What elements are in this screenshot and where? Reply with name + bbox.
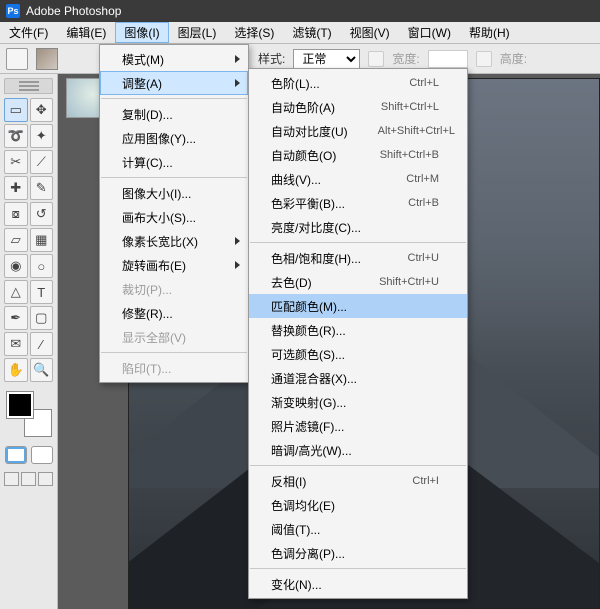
- menu-image[interactable]: 图像(I): [115, 22, 168, 43]
- adj-color-balance[interactable]: 色彩平衡(B)...Ctrl+B: [249, 191, 467, 215]
- tool-crop[interactable]: ✂: [4, 150, 28, 174]
- tool-notes[interactable]: ✉: [4, 332, 28, 356]
- adj-levels[interactable]: 色阶(L)...Ctrl+L: [249, 71, 467, 95]
- screenmode-standard-icon[interactable]: [4, 472, 19, 486]
- width-input[interactable]: [428, 50, 468, 68]
- tool-eraser[interactable]: ▱: [4, 228, 28, 252]
- menu-layer[interactable]: 图层(L): [169, 22, 226, 43]
- tool-path[interactable]: △: [4, 280, 28, 304]
- adj-shadow-highlight[interactable]: 暗调/高光(W)...: [249, 438, 467, 462]
- adj-match-color[interactable]: 匹配颜色(M)...: [249, 294, 467, 318]
- adj-auto-color[interactable]: 自动颜色(O)Shift+Ctrl+B: [249, 143, 467, 167]
- tool-shape[interactable]: ▢: [30, 306, 54, 330]
- tool-pen[interactable]: ✒: [4, 306, 28, 330]
- menu-reveal-all[interactable]: 显示全部(V): [100, 325, 248, 349]
- tool-type[interactable]: T: [30, 280, 54, 304]
- adj-equalize[interactable]: 色调均化(E): [249, 493, 467, 517]
- title-bar: Ps Adobe Photoshop: [0, 0, 600, 22]
- adj-curves[interactable]: 曲线(V)...Ctrl+M: [249, 167, 467, 191]
- menu-help[interactable]: 帮助(H): [460, 22, 519, 43]
- tool-blur[interactable]: ◉: [4, 254, 28, 278]
- adj-replace-color[interactable]: 替换颜色(R)...: [249, 318, 467, 342]
- adj-threshold[interactable]: 阈值(T)...: [249, 517, 467, 541]
- menu-edit[interactable]: 编辑(E): [57, 22, 115, 43]
- image-submenu: 模式(M) 调整(A) 复制(D)... 应用图像(Y)... 计算(C)...…: [99, 44, 249, 383]
- menu-mode[interactable]: 模式(M): [100, 47, 248, 71]
- tool-wand[interactable]: ✦: [30, 124, 54, 148]
- tool-hand[interactable]: ✋: [4, 358, 28, 382]
- menu-window[interactable]: 窗口(W): [399, 22, 460, 43]
- menu-pixel-aspect[interactable]: 像素长宽比(X): [100, 229, 248, 253]
- menu-image-size[interactable]: 图像大小(I)...: [100, 181, 248, 205]
- crop-preset-swatch[interactable]: [36, 48, 58, 70]
- menu-file[interactable]: 文件(F): [0, 22, 57, 43]
- toolbox: ▭✥ ➰✦ ✂⟋ ✚✎ ⧇↺ ▱▦ ◉○ △T ✒▢ ✉⁄ ✋🔍: [0, 74, 58, 609]
- tool-history-brush[interactable]: ↺: [30, 202, 54, 226]
- app-title: Adobe Photoshop: [26, 4, 121, 18]
- screenmode-full-icon[interactable]: [38, 472, 53, 486]
- menu-apply-image[interactable]: 应用图像(Y)...: [100, 126, 248, 150]
- quickmask-mode-icon[interactable]: [31, 446, 53, 464]
- tool-dodge[interactable]: ○: [30, 254, 54, 278]
- menu-crop[interactable]: 裁切(P)...: [100, 277, 248, 301]
- width-label: 宽度:: [392, 50, 419, 67]
- menu-trim[interactable]: 修整(R)...: [100, 301, 248, 325]
- tool-zoom[interactable]: 🔍: [30, 358, 54, 382]
- tool-preset-icon[interactable]: [6, 48, 28, 70]
- tool-brush[interactable]: ✎: [30, 176, 54, 200]
- menu-calculations[interactable]: 计算(C)...: [100, 150, 248, 174]
- menu-canvas-size[interactable]: 画布大小(S)...: [100, 205, 248, 229]
- menu-view[interactable]: 视图(V): [341, 22, 399, 43]
- menu-duplicate[interactable]: 复制(D)...: [100, 102, 248, 126]
- tool-move[interactable]: ✥: [30, 98, 54, 122]
- adjust-submenu: 色阶(L)...Ctrl+L 自动色阶(A)Shift+Ctrl+L 自动对比度…: [248, 68, 468, 599]
- standard-mode-icon[interactable]: [5, 446, 27, 464]
- menu-adjust[interactable]: 调整(A): [100, 71, 248, 95]
- adj-photo-filter[interactable]: 照片滤镜(F)...: [249, 414, 467, 438]
- toolbox-grip[interactable]: [4, 78, 53, 94]
- menu-rotate-canvas[interactable]: 旋转画布(E): [100, 253, 248, 277]
- menu-bar: 文件(F) 编辑(E) 图像(I) 图层(L) 选择(S) 滤镜(T) 视图(V…: [0, 22, 600, 44]
- adj-hue-saturation[interactable]: 色相/饱和度(H)...Ctrl+U: [249, 246, 467, 270]
- tool-marquee[interactable]: ▭: [4, 98, 28, 122]
- tool-slice[interactable]: ⟋: [30, 150, 54, 174]
- link-dims-icon[interactable]: [476, 51, 492, 67]
- height-label: 高度:: [500, 50, 527, 67]
- menu-trap[interactable]: 陷印(T)...: [100, 356, 248, 380]
- style-select[interactable]: 正常: [293, 49, 360, 69]
- adj-auto-levels[interactable]: 自动色阶(A)Shift+Ctrl+L: [249, 95, 467, 119]
- menu-select[interactable]: 选择(S): [225, 22, 283, 43]
- adj-selective-color[interactable]: 可选颜色(S)...: [249, 342, 467, 366]
- adj-auto-contrast[interactable]: 自动对比度(U)Alt+Shift+Ctrl+L: [249, 119, 467, 143]
- adj-invert[interactable]: 反相(I)Ctrl+I: [249, 469, 467, 493]
- tool-stamp[interactable]: ⧇: [4, 202, 28, 226]
- adj-gradient-map[interactable]: 渐变映射(G)...: [249, 390, 467, 414]
- color-swatches[interactable]: [7, 392, 51, 436]
- tool-lasso[interactable]: ➰: [4, 124, 28, 148]
- tool-gradient[interactable]: ▦: [30, 228, 54, 252]
- adj-brightness-contrast[interactable]: 亮度/对比度(C)...: [249, 215, 467, 239]
- tool-healing[interactable]: ✚: [4, 176, 28, 200]
- tool-eyedropper[interactable]: ⁄: [30, 332, 54, 356]
- swap-dims-icon[interactable]: [368, 51, 384, 67]
- app-icon: Ps: [6, 4, 20, 18]
- adj-desaturate[interactable]: 去色(D)Shift+Ctrl+U: [249, 270, 467, 294]
- adj-channel-mixer[interactable]: 通道混合器(X)...: [249, 366, 467, 390]
- adj-variations[interactable]: 变化(N)...: [249, 572, 467, 596]
- screenmode-full-menu-icon[interactable]: [21, 472, 36, 486]
- foreground-swatch[interactable]: [7, 392, 33, 418]
- menu-filter[interactable]: 滤镜(T): [283, 22, 340, 43]
- adj-posterize[interactable]: 色调分离(P)...: [249, 541, 467, 565]
- style-label: 样式:: [258, 50, 285, 67]
